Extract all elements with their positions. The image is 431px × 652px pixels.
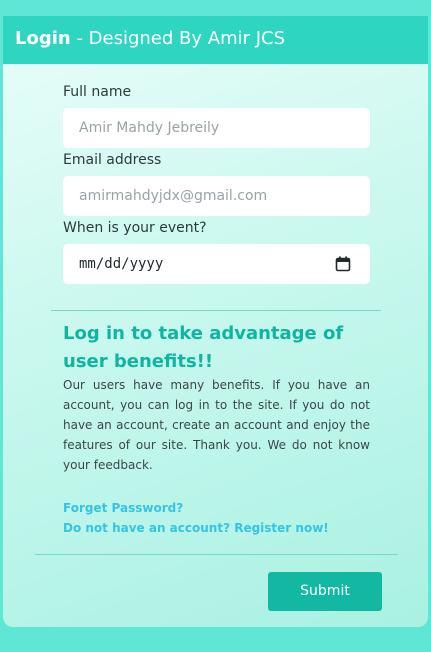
submit-button[interactable]: Submit bbox=[268, 572, 382, 611]
email-label: Email address bbox=[63, 152, 162, 168]
email-placeholder: amirmahdyjdx@gmail.com bbox=[79, 188, 268, 204]
event-date-label: When is your event? bbox=[63, 220, 207, 236]
event-date-input[interactable]: mm/dd/yyyy bbox=[63, 244, 370, 284]
full-name-placeholder: Amir Mahdy Jebreily bbox=[79, 120, 220, 136]
calendar-icon[interactable] bbox=[335, 256, 351, 272]
login-card: Login - Designed By Amir JCS Full name A… bbox=[3, 16, 428, 627]
full-name-input[interactable]: Amir Mahdy Jebreily bbox=[63, 108, 370, 148]
title-bold: Login bbox=[15, 28, 71, 49]
benefits-text: Our users have many benefits. If you hav… bbox=[63, 378, 370, 472]
header-bar: Login - Designed By Amir JCS bbox=[3, 16, 428, 64]
title-rest: - Designed By Amir JCS bbox=[70, 28, 286, 49]
email-input[interactable]: amirmahdyjdx@gmail.com bbox=[63, 176, 370, 216]
footer-divider bbox=[35, 554, 398, 555]
benefits-heading: Log in to take advantage of user benefit… bbox=[63, 323, 344, 372]
full-name-label: Full name bbox=[63, 84, 132, 100]
event-date-placeholder: mm/dd/yyyy bbox=[79, 256, 164, 272]
forgot-password-link[interactable]: Forget Password? bbox=[63, 501, 183, 515]
section-divider bbox=[51, 310, 381, 311]
register-link[interactable]: Do not have an account? Register now! bbox=[63, 521, 329, 535]
page-title: Login - Designed By Amir JCS bbox=[15, 28, 285, 49]
